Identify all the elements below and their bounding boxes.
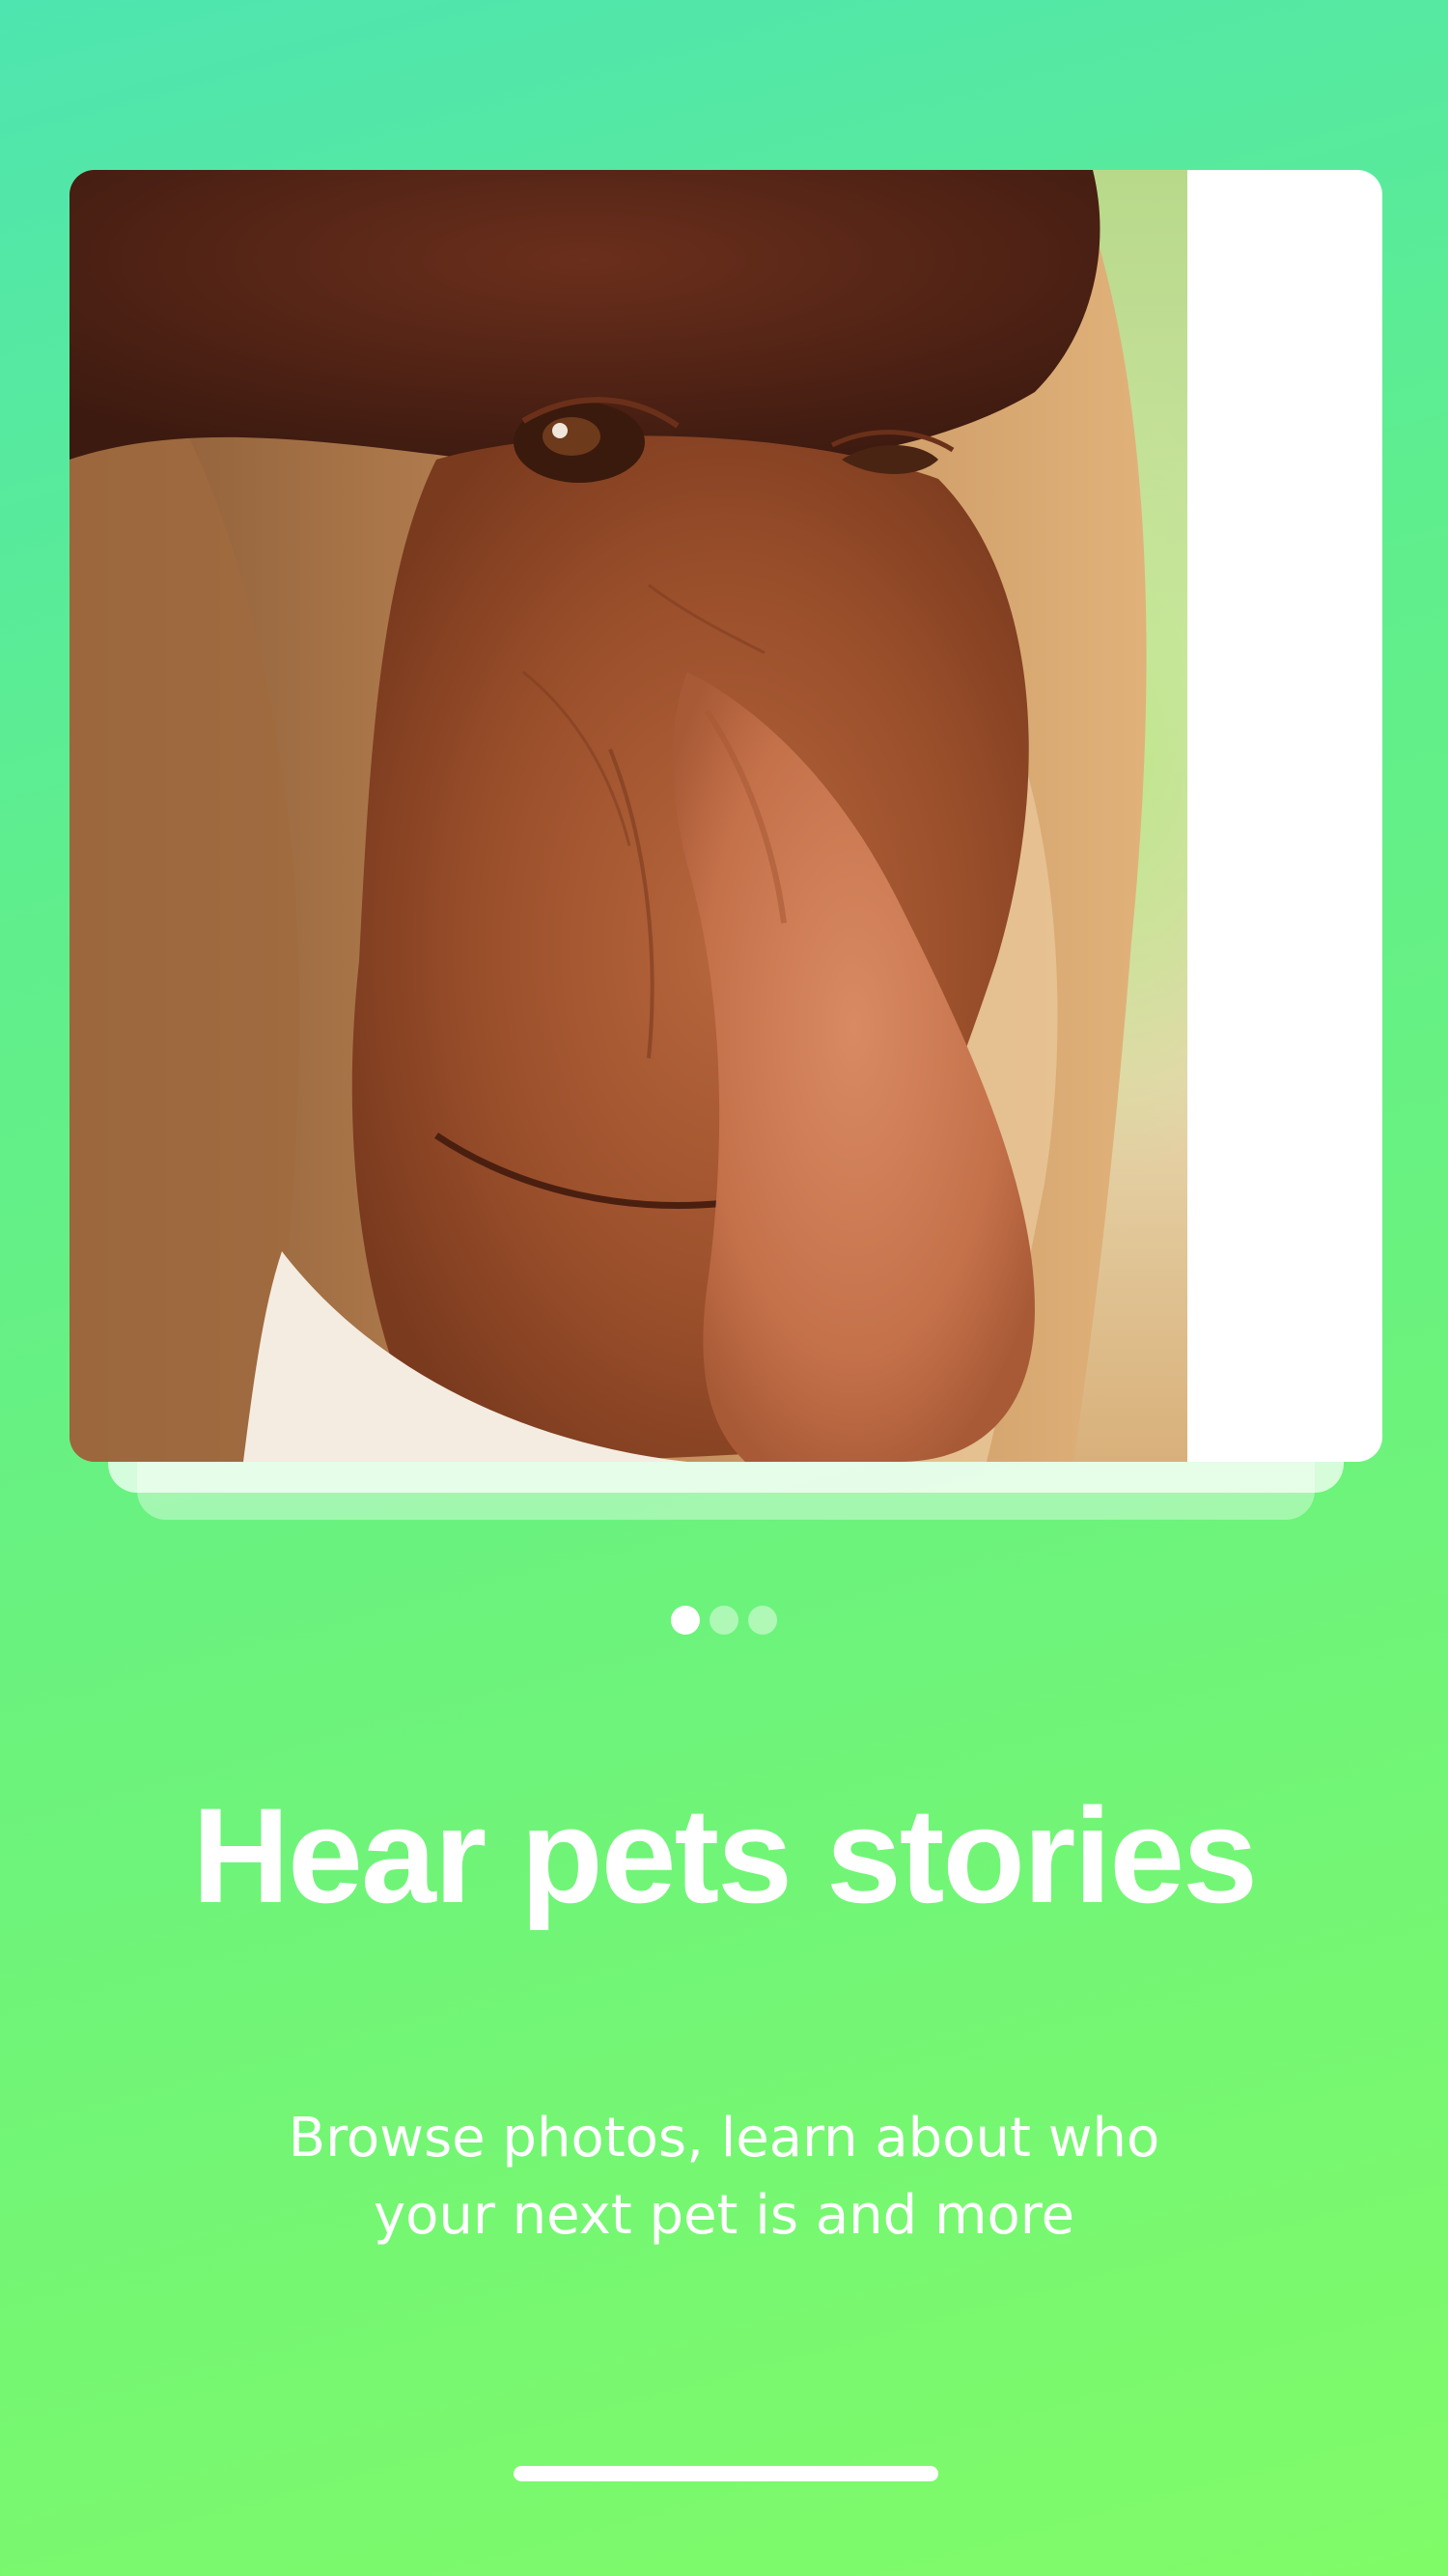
pager-dot-3[interactable] <box>748 1606 777 1635</box>
photo-card[interactable] <box>70 170 1382 1462</box>
onboarding-headline: Hear pets stories <box>191 1779 1258 1931</box>
onboarding-subtitle: Browse photos, learn about who your next… <box>288 2107 1160 2247</box>
home-indicator[interactable] <box>514 2466 938 2481</box>
carousel-pager[interactable] <box>0 1605 1448 1636</box>
photo-card-stack[interactable] <box>70 170 1382 1520</box>
pager-dot-1[interactable] <box>671 1606 700 1635</box>
pager-dot-2[interactable] <box>710 1606 738 1635</box>
proboscis-monkey-illustration <box>70 170 1147 1462</box>
monkey-photo <box>70 170 1187 1462</box>
